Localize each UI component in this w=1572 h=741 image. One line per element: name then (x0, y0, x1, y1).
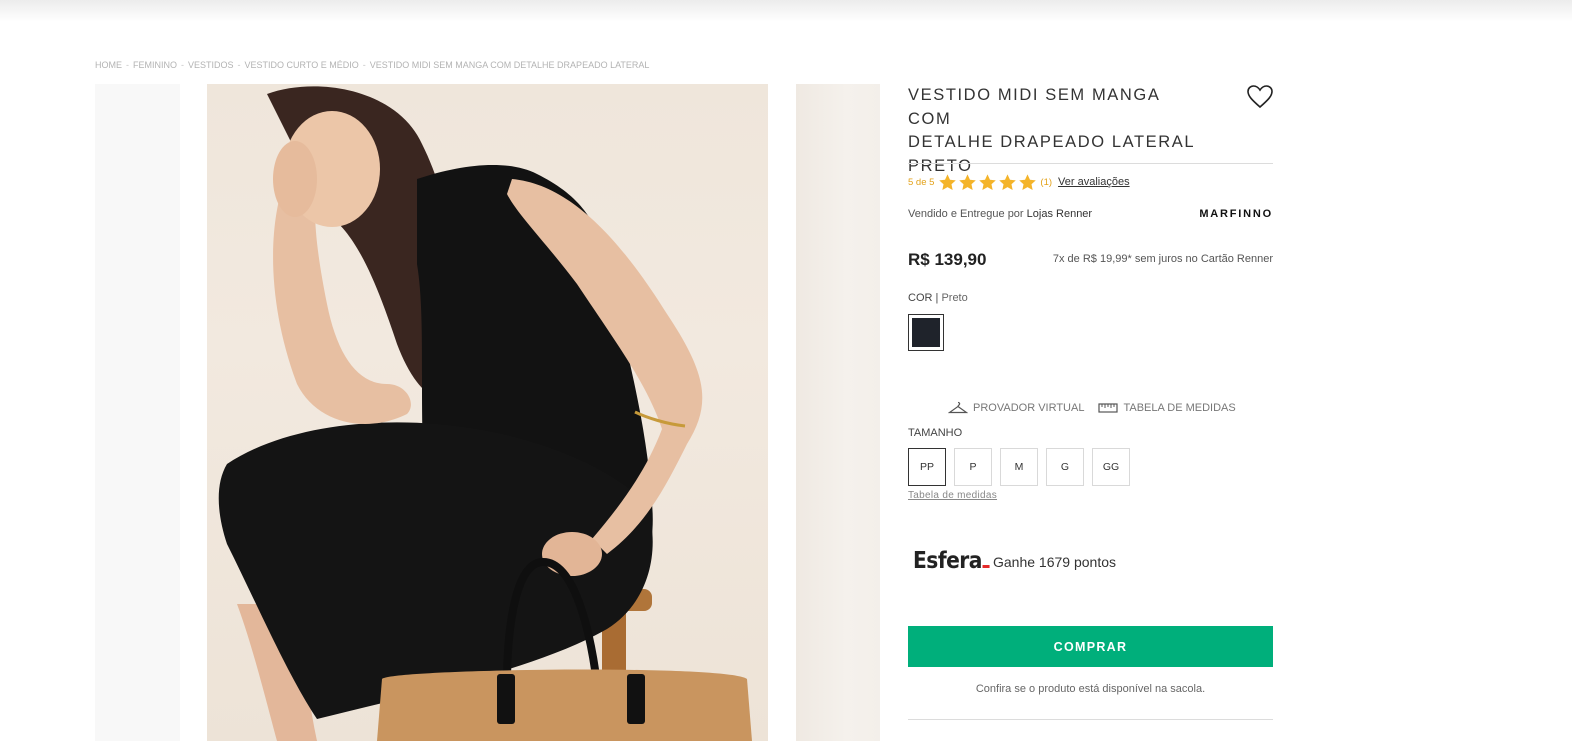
star-icon (959, 173, 977, 190)
breadcrumb-item-vestidos[interactable]: VESTIDOS (188, 60, 234, 70)
size-option-gg[interactable]: GG (1092, 448, 1130, 486)
rating-stars (938, 173, 1037, 192)
bag-strap-shape (497, 674, 515, 724)
fit-tools: PROVADOR VIRTUAL TABELA DE MEDIDAS (948, 401, 1236, 415)
product-title-line: DETALHE DRAPEADO LATERAL (908, 133, 1196, 151)
view-reviews-link[interactable]: Ver avaliações (1058, 176, 1130, 188)
breadcrumb: HOME - FEMININO - VESTIDOS - VESTIDO CUR… (95, 59, 649, 71)
hand-shape (542, 532, 602, 576)
size-option-pp[interactable]: PP (908, 448, 946, 486)
product-price: R$ 139,90 (908, 250, 987, 269)
esfera-logo: Esfera (913, 548, 990, 574)
rating-count: (1) (1040, 176, 1053, 188)
breadcrumb-item-home[interactable]: HOME (95, 60, 122, 70)
bag-strap-shape (627, 674, 645, 724)
breadcrumb-separator: - (126, 60, 129, 70)
star-icon (979, 173, 997, 190)
heart-outline-icon (1247, 85, 1273, 109)
bag-shape (377, 669, 752, 741)
breadcrumb-separator: - (181, 60, 184, 70)
size-label: TAMANHO (908, 427, 963, 439)
color-label-text: COR (908, 292, 933, 304)
star-icon (1019, 173, 1037, 190)
bottom-divider (908, 719, 1273, 720)
color-label: COR | Preto (908, 292, 968, 304)
gallery-next-image[interactable] (796, 84, 880, 741)
product-main-image[interactable] (207, 84, 768, 741)
hand-shape (273, 141, 317, 217)
size-option-p[interactable]: P (954, 448, 992, 486)
installments-info: 7x de R$ 19,99* sem juros no Cartão Renn… (1052, 253, 1273, 265)
color-separator: | (935, 292, 939, 304)
product-title-line: VESTIDO MIDI SEM MANGA COM (908, 86, 1160, 128)
rating-score: 5 de 5 (908, 176, 935, 188)
seller-prefix: Vendido e Entregue por (908, 208, 1024, 220)
size-option-g[interactable]: G (1046, 448, 1084, 486)
brand-logo[interactable]: MARFINNO (1199, 208, 1273, 220)
seller-info: Vendido e Entregue por Lojas Renner (908, 208, 1092, 220)
seller-name: Lojas Renner (1026, 208, 1093, 220)
color-value: Preto (941, 292, 968, 304)
color-swatch-preto[interactable] (908, 314, 944, 351)
size-option-m[interactable]: M (1000, 448, 1038, 486)
ruler-icon (1098, 403, 1119, 413)
virtual-fitting-button[interactable]: PROVADOR VIRTUAL (948, 401, 1084, 415)
gallery-previous-image[interactable] (95, 84, 180, 741)
header-shadow (0, 0, 1572, 22)
buy-button[interactable]: COMPRAR (908, 626, 1273, 667)
measurements-table-label: TABELA DE MEDIDAS (1123, 402, 1236, 414)
bag-availability-note: Confira se o produto está disponível na … (975, 683, 1206, 695)
size-chart-link[interactable]: Tabela de medidas (908, 490, 997, 501)
breadcrumb-item-vestido-curto-medio[interactable]: VESTIDO CURTO E MÉDIO (245, 60, 359, 70)
esfera-points: Ganhe 1679 pontos (993, 554, 1116, 570)
breadcrumb-item-feminino[interactable]: FEMININO (133, 60, 177, 70)
breadcrumb-separator: - (362, 60, 366, 70)
product-photo-illustration (218, 86, 752, 741)
esfera-rewards: Esfera Ganhe 1679 pontos (913, 548, 1116, 574)
favorite-button[interactable] (1246, 84, 1274, 110)
star-icon (939, 173, 957, 190)
esfera-logo-text: Esfera (913, 548, 982, 574)
breadcrumb-separator: - (237, 60, 241, 70)
size-selector: PP P M G GG (908, 448, 1130, 486)
breadcrumb-item-current: VESTIDO MIDI SEM MANGA COM DETALHE DRAPE… (369, 60, 650, 70)
hanger-icon (948, 401, 968, 414)
virtual-fitting-label: PROVADOR VIRTUAL (973, 402, 1085, 414)
star-icon (999, 173, 1017, 190)
color-swatch-fill (912, 318, 940, 347)
product-rating: 5 de 5 (1) Ver avaliações (908, 172, 1130, 192)
title-divider (908, 163, 1273, 164)
measurements-table-button[interactable]: TABELA DE MEDIDAS (1098, 402, 1236, 414)
